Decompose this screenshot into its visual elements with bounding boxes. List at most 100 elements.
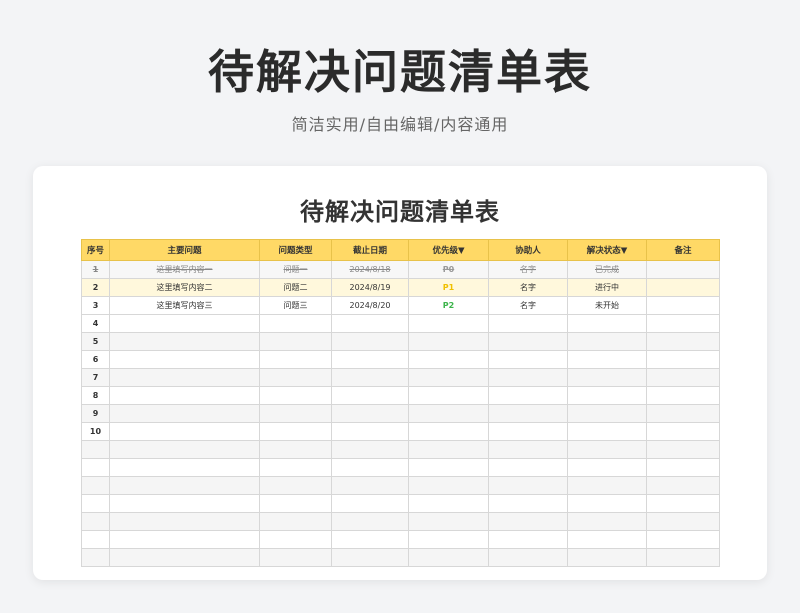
cell-deadline[interactable] <box>331 476 409 495</box>
cell-status[interactable] <box>567 350 647 369</box>
cell-priority[interactable] <box>408 440 489 459</box>
cell-priority[interactable] <box>408 530 489 549</box>
cell-status[interactable] <box>567 314 647 333</box>
cell-helper[interactable] <box>488 368 568 387</box>
cell-no[interactable] <box>81 530 110 549</box>
cell-helper[interactable] <box>488 332 568 351</box>
cell-note[interactable] <box>646 512 720 531</box>
cell-deadline[interactable] <box>331 512 409 531</box>
cell-status[interactable] <box>567 530 647 549</box>
cell-type[interactable]: 问题二 <box>259 278 332 297</box>
cell-no[interactable]: 1 <box>81 260 110 279</box>
cell-note[interactable] <box>646 440 720 459</box>
cell-type[interactable] <box>259 530 332 549</box>
cell-priority[interactable] <box>408 422 489 441</box>
cell-deadline[interactable] <box>331 404 409 423</box>
cell-deadline[interactable] <box>331 548 409 567</box>
cell-status[interactable] <box>567 458 647 477</box>
cell-no[interactable]: 6 <box>81 350 110 369</box>
cell-issue[interactable] <box>109 404 260 423</box>
cell-note[interactable] <box>646 458 720 477</box>
cell-issue[interactable] <box>109 440 260 459</box>
cell-priority[interactable] <box>408 314 489 333</box>
cell-type[interactable] <box>259 476 332 495</box>
cell-deadline[interactable]: 2024/8/20 <box>331 296 409 315</box>
cell-status[interactable] <box>567 404 647 423</box>
cell-status[interactable] <box>567 422 647 441</box>
cell-note[interactable] <box>646 278 720 297</box>
cell-no[interactable] <box>81 476 110 495</box>
cell-priority[interactable] <box>408 494 489 513</box>
cell-no[interactable]: 3 <box>81 296 110 315</box>
cell-deadline[interactable] <box>331 440 409 459</box>
cell-no[interactable]: 8 <box>81 386 110 405</box>
cell-type[interactable] <box>259 314 332 333</box>
cell-priority[interactable] <box>408 512 489 531</box>
cell-deadline[interactable] <box>331 368 409 387</box>
cell-deadline[interactable] <box>331 332 409 351</box>
cell-helper[interactable] <box>488 440 568 459</box>
cell-helper[interactable]: 名字 <box>488 278 568 297</box>
cell-helper[interactable] <box>488 530 568 549</box>
cell-helper[interactable]: 名字 <box>488 260 568 279</box>
cell-deadline[interactable] <box>331 422 409 441</box>
cell-type[interactable] <box>259 548 332 567</box>
cell-note[interactable] <box>646 314 720 333</box>
cell-status[interactable]: 进行中 <box>567 278 647 297</box>
cell-note[interactable] <box>646 350 720 369</box>
cell-no[interactable]: 4 <box>81 314 110 333</box>
cell-helper[interactable] <box>488 404 568 423</box>
cell-deadline[interactable] <box>331 458 409 477</box>
cell-status[interactable] <box>567 476 647 495</box>
cell-status[interactable] <box>567 548 647 567</box>
cell-note[interactable] <box>646 476 720 495</box>
col-header-type[interactable]: 问题类型 <box>259 239 332 261</box>
cell-issue[interactable]: 这里填写内容二 <box>109 278 260 297</box>
cell-priority[interactable] <box>408 332 489 351</box>
cell-no[interactable] <box>81 458 110 477</box>
cell-issue[interactable] <box>109 476 260 495</box>
cell-deadline[interactable] <box>331 314 409 333</box>
cell-type[interactable] <box>259 332 332 351</box>
cell-no[interactable] <box>81 512 110 531</box>
cell-status[interactable] <box>567 368 647 387</box>
cell-no[interactable]: 2 <box>81 278 110 297</box>
cell-priority[interactable] <box>408 548 489 567</box>
cell-type[interactable] <box>259 404 332 423</box>
cell-note[interactable] <box>646 548 720 567</box>
cell-status[interactable] <box>567 512 647 531</box>
cell-priority[interactable] <box>408 368 489 387</box>
cell-type[interactable] <box>259 440 332 459</box>
cell-no[interactable] <box>81 494 110 513</box>
cell-issue[interactable] <box>109 332 260 351</box>
cell-issue[interactable] <box>109 368 260 387</box>
cell-note[interactable] <box>646 494 720 513</box>
cell-helper[interactable] <box>488 476 568 495</box>
cell-helper[interactable]: 名字 <box>488 296 568 315</box>
cell-note[interactable] <box>646 404 720 423</box>
cell-type[interactable]: 问题一 <box>259 260 332 279</box>
cell-priority[interactable] <box>408 458 489 477</box>
cell-issue[interactable]: 这里填写内容三 <box>109 296 260 315</box>
cell-type[interactable] <box>259 350 332 369</box>
cell-no[interactable]: 7 <box>81 368 110 387</box>
cell-status[interactable] <box>567 332 647 351</box>
cell-issue[interactable]: 这里填写内容一 <box>109 260 260 279</box>
cell-issue[interactable] <box>109 386 260 405</box>
cell-note[interactable] <box>646 386 720 405</box>
col-header-note[interactable]: 备注 <box>646 239 720 261</box>
cell-type[interactable]: 问题三 <box>259 296 332 315</box>
cell-note[interactable] <box>646 296 720 315</box>
col-header-no[interactable]: 序号 <box>81 239 110 261</box>
cell-priority[interactable] <box>408 350 489 369</box>
cell-type[interactable] <box>259 458 332 477</box>
cell-type[interactable] <box>259 422 332 441</box>
cell-helper[interactable] <box>488 350 568 369</box>
col-header-issue[interactable]: 主要问题 <box>109 239 260 261</box>
cell-status[interactable] <box>567 386 647 405</box>
cell-note[interactable] <box>646 530 720 549</box>
cell-no[interactable]: 5 <box>81 332 110 351</box>
cell-deadline[interactable] <box>331 494 409 513</box>
cell-status[interactable] <box>567 494 647 513</box>
cell-issue[interactable] <box>109 422 260 441</box>
